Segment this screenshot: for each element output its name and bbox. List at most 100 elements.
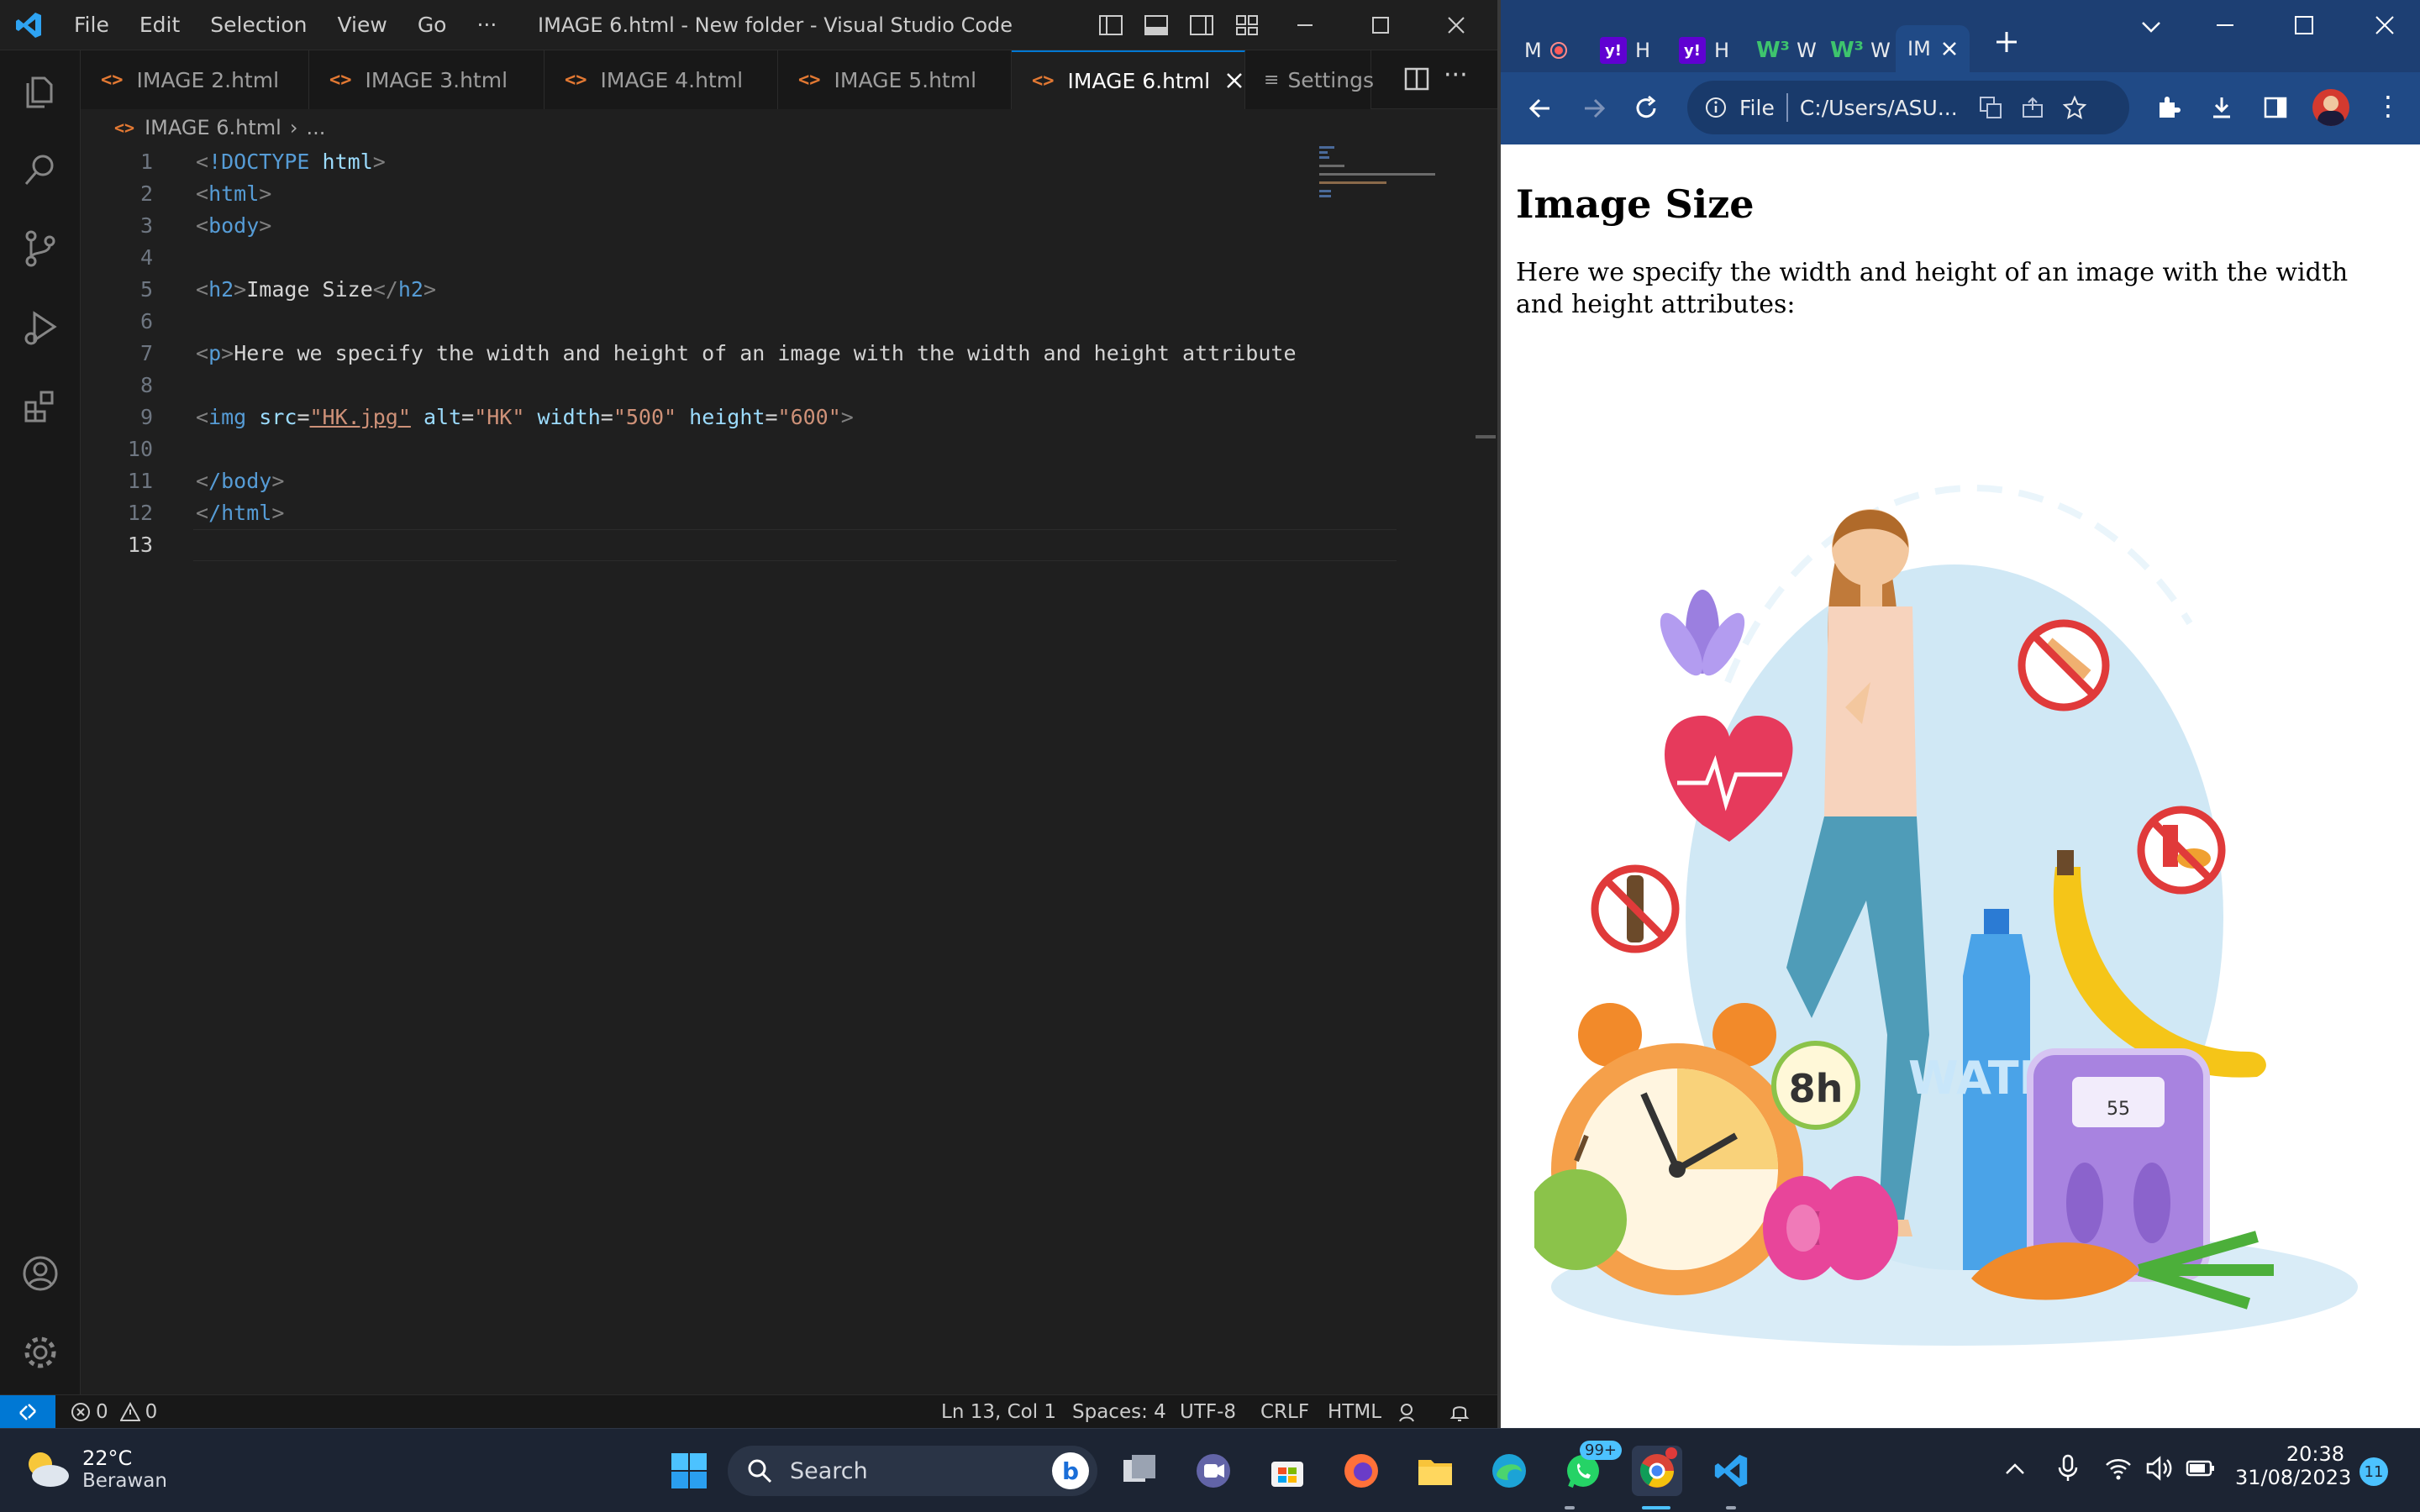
browser-tab-active[interactable]: IM	[1896, 25, 1970, 72]
vscode-taskbar-icon[interactable]	[1706, 1446, 1756, 1496]
file-explorer-icon[interactable]	[1410, 1446, 1460, 1496]
windows-start-icon[interactable]	[664, 1446, 714, 1496]
accounts-icon[interactable]	[15, 1248, 66, 1299]
taskbar-search-box[interactable]: Search b	[728, 1446, 1097, 1496]
tab-image-6[interactable]: <> IMAGE 6.html	[1012, 50, 1245, 109]
profile-avatar[interactable]	[2312, 89, 2349, 126]
menu-more[interactable]: ···	[461, 0, 512, 50]
w3schools-favicon-icon: W³	[1756, 38, 1791, 63]
share-icon[interactable]	[2020, 95, 2045, 120]
back-arrow-icon[interactable]	[1526, 94, 1555, 126]
firefox-icon[interactable]	[1336, 1446, 1386, 1496]
whatsapp-icon[interactable]: 99+	[1558, 1441, 1622, 1496]
quick-settings[interactable]	[2104, 1454, 2217, 1483]
address-scheme: File	[1739, 95, 1775, 120]
browser-tab[interactable]: y! H	[1679, 29, 1729, 72]
maximize-icon[interactable]	[1343, 0, 1418, 50]
bookmark-star-icon[interactable]	[2062, 95, 2087, 120]
task-view-icon[interactable]	[1114, 1446, 1165, 1496]
tab-image-2[interactable]: <> IMAGE 2.html	[81, 50, 309, 109]
reload-icon[interactable]	[1632, 94, 1660, 126]
tab-image-5[interactable]: <> IMAGE 5.html	[778, 50, 1012, 109]
source-control-icon[interactable]	[15, 223, 66, 274]
toggle-secondary-sidebar-icon[interactable]	[1188, 12, 1215, 39]
browser-tab[interactable]: W³ W	[1756, 29, 1817, 72]
show-hidden-icons-chevron-icon[interactable]	[2003, 1457, 2027, 1484]
microphone-icon[interactable]	[2055, 1454, 2081, 1486]
cursor-position[interactable]: Ln 13, Col 1	[941, 1395, 1056, 1429]
remote-indicator-icon[interactable]	[0, 1395, 55, 1429]
explorer-icon[interactable]	[15, 67, 66, 118]
menu-view[interactable]: View	[322, 0, 402, 50]
site-info-icon[interactable]	[1704, 96, 1728, 119]
menu-edit[interactable]: Edit	[124, 0, 195, 50]
attr-alt-value: "HK"	[474, 405, 525, 429]
browser-tab[interactable]: M	[1524, 29, 1569, 72]
address-bar[interactable]: File C:/Users/ASU...	[1687, 81, 2129, 134]
menu-file[interactable]: File	[59, 0, 124, 50]
toggle-panel-icon[interactable]	[1143, 12, 1170, 39]
tab-image-3[interactable]: <> IMAGE 3.html	[309, 50, 544, 109]
window-title: IMAGE 6.html - New folder - Visual Studi…	[538, 13, 1013, 37]
indentation[interactable]: Spaces: 4	[1072, 1395, 1166, 1429]
problems-indicator[interactable]: 0 0	[71, 1395, 157, 1429]
search-icon[interactable]	[15, 144, 66, 195]
minimap[interactable]	[1319, 146, 1437, 197]
breadcrumb-more[interactable]: ...	[306, 116, 325, 139]
tab-label: W	[1797, 39, 1817, 62]
attr-src-value[interactable]: "HK.jpg"	[310, 405, 411, 429]
translate-icon[interactable]	[1978, 95, 2003, 120]
split-editor-icon[interactable]	[1403, 66, 1430, 96]
extensions-puzzle-icon[interactable]	[2154, 94, 2181, 124]
tab-label: H	[1714, 39, 1730, 62]
yahoo-favicon-icon: y!	[1600, 37, 1627, 64]
notifications-bell-icon[interactable]	[1449, 1395, 1470, 1429]
clock[interactable]: 20:38 31/08/2023	[2235, 1442, 2352, 1489]
clock-date: 31/08/2023	[2235, 1466, 2352, 1489]
teams-chat-icon[interactable]	[1188, 1446, 1239, 1496]
toggle-primary-sidebar-icon[interactable]	[1097, 12, 1124, 39]
tab-close-icon[interactable]	[1941, 40, 1958, 57]
new-tab-icon[interactable]	[1993, 29, 2020, 59]
bing-chat-icon[interactable]: b	[1052, 1452, 1089, 1489]
more-actions-icon[interactable]: ···	[1444, 60, 1468, 90]
settings-gear-icon[interactable]	[15, 1327, 66, 1378]
w3schools-favicon-icon: W³	[1830, 38, 1865, 63]
microsoft-store-icon[interactable]	[1262, 1446, 1313, 1496]
forward-arrow-icon[interactable]	[1580, 94, 1608, 126]
dumbbell-icon	[1763, 1176, 1898, 1280]
end-of-line[interactable]: CRLF	[1260, 1395, 1309, 1429]
edge-icon[interactable]	[1484, 1446, 1534, 1496]
minimize-icon[interactable]	[1267, 0, 1343, 50]
tab-search-chevron-icon[interactable]	[2139, 15, 2163, 42]
tab-settings[interactable]: ≡ Settings	[1245, 50, 1374, 109]
download-icon[interactable]	[2208, 94, 2235, 124]
close-icon[interactable]	[2375, 15, 2395, 39]
breadcrumb-file[interactable]: IMAGE 6.html	[145, 116, 281, 139]
encoding[interactable]: UTF-8	[1180, 1395, 1236, 1429]
weather-widget[interactable]: 22°C Berawan	[22, 1444, 167, 1494]
language-mode[interactable]: HTML	[1328, 1395, 1381, 1429]
close-icon[interactable]	[1418, 0, 1494, 50]
minimize-icon[interactable]	[2215, 15, 2235, 39]
chrome-icon[interactable]	[1632, 1446, 1682, 1496]
tab-image-4[interactable]: <> IMAGE 4.html	[544, 50, 778, 109]
customize-layout-icon[interactable]	[1234, 12, 1260, 39]
feedback-icon[interactable]	[1398, 1395, 1420, 1429]
tab-label: IMAGE 6.html	[1067, 68, 1211, 93]
maximize-icon[interactable]	[2294, 15, 2314, 39]
extensions-icon[interactable]	[15, 381, 66, 432]
menu-selection[interactable]: Selection	[195, 0, 322, 50]
address-divider	[1786, 93, 1788, 122]
attr-width-value: "500"	[613, 405, 677, 429]
menu-go[interactable]: Go	[402, 0, 462, 50]
run-debug-icon[interactable]	[15, 302, 66, 353]
browser-tab[interactable]: y! H	[1600, 29, 1650, 72]
code-editor[interactable]: 1 2 3 4 5 6 7 8 9 10 11 12 13 <!DOCTYPE …	[81, 146, 1497, 1394]
browser-tab[interactable]: W³ W	[1830, 29, 1891, 72]
scrollbar[interactable]	[1476, 435, 1496, 438]
notification-center-badge[interactable]: 11	[2360, 1457, 2388, 1486]
tab-close-icon[interactable]	[1225, 71, 1244, 90]
side-panel-icon[interactable]	[2262, 94, 2289, 124]
chrome-menu-icon[interactable]: ⋮	[2375, 91, 2402, 121]
